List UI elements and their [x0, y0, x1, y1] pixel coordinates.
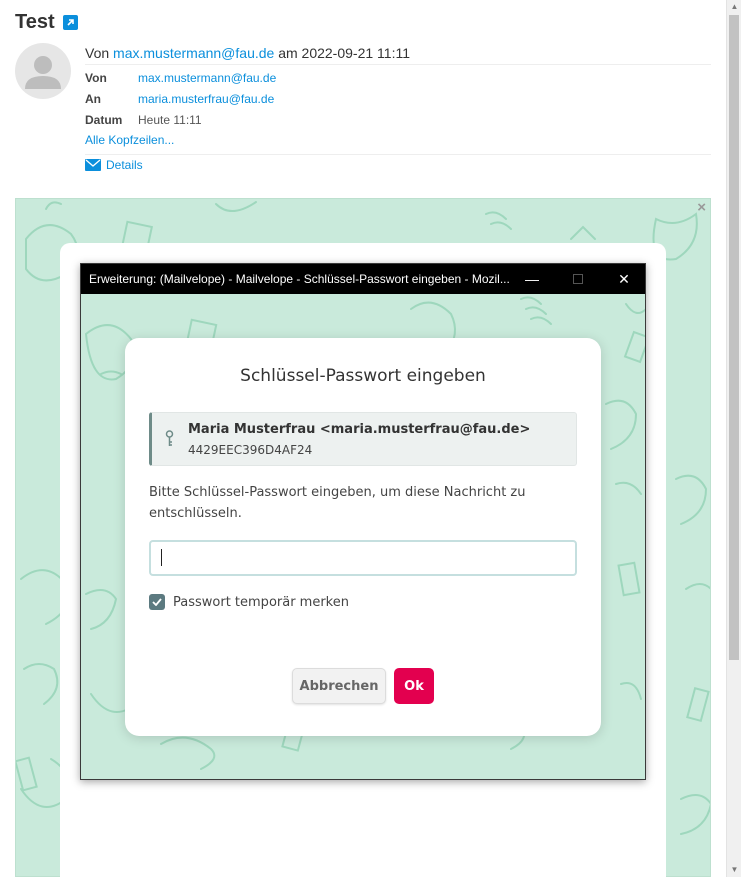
scroll-up-icon[interactable]: ▲ — [727, 0, 741, 14]
all-headers-link[interactable]: Alle Kopfzeilen... — [85, 133, 174, 147]
window-title: Erweiterung: (Mailvelope) - Mailvelope -… — [89, 272, 509, 286]
checkbox-checked-icon[interactable] — [149, 594, 165, 610]
from-address-link[interactable]: max.mustermann@fau.de — [113, 45, 274, 61]
from-prefix: Von — [85, 45, 110, 61]
password-prompt: Bitte Schlüssel-Passwort eingeben, um di… — [149, 485, 526, 521]
password-dialog: Schlüssel-Passwort eingeben Maria Muster… — [125, 338, 601, 736]
header-from-value[interactable]: max.mustermann@fau.de — [138, 71, 276, 85]
minimize-button[interactable]: — — [509, 264, 555, 294]
divider — [85, 64, 711, 65]
key-id: 4429EEC396D4AF24 — [188, 443, 313, 457]
header-key: An — [85, 92, 101, 106]
remember-password-checkbox[interactable]: Passwort temporär merken — [149, 594, 349, 610]
window-close-button[interactable]: ✕ — [601, 264, 645, 294]
remember-label: Passwort temporär merken — [173, 594, 349, 610]
from-summary: Von max.mustermann@fau.de am 2022-09-21 … — [85, 45, 410, 61]
key-owner: Maria Musterfrau <maria.musterfrau@fau.d… — [188, 422, 531, 437]
cancel-button[interactable]: Abbrechen — [292, 668, 386, 704]
email-subject: Test — [15, 11, 78, 34]
header-key: Datum — [85, 113, 123, 127]
maximize-icon — [573, 274, 583, 284]
header-date-value: Heute 11:11 — [138, 113, 202, 127]
sender-avatar — [15, 43, 71, 99]
ok-button[interactable]: Ok — [394, 668, 434, 704]
open-external-icon[interactable] — [62, 15, 78, 30]
key-icon — [165, 430, 174, 446]
vertical-scrollbar[interactable]: ▲ ▼ — [726, 0, 741, 877]
scroll-thumb[interactable] — [729, 15, 739, 660]
header-to-value[interactable]: maria.musterfrau@fau.de — [138, 92, 274, 106]
scroll-down-icon[interactable]: ▼ — [727, 863, 741, 877]
key-info-box: Maria Musterfrau <maria.musterfrau@fau.d… — [149, 412, 577, 466]
maximize-button[interactable] — [555, 264, 601, 294]
from-date: am 2022-09-21 11:11 — [278, 45, 410, 61]
subject-text: Test — [15, 11, 55, 33]
envelope-icon — [85, 159, 101, 171]
password-input[interactable] — [149, 540, 577, 576]
header-key: Von — [85, 71, 107, 85]
header-row-to: An maria.musterfrau@fau.de — [85, 92, 274, 106]
details-label: Details — [106, 158, 143, 172]
header-row-from: Von max.mustermann@fau.de — [85, 71, 276, 85]
close-icon[interactable]: × — [697, 199, 706, 216]
divider — [85, 154, 711, 155]
header-row-date: Datum Heute 11:11 — [85, 113, 202, 127]
details-link[interactable]: Details — [85, 158, 143, 172]
text-cursor — [161, 549, 162, 566]
dialog-title: Schlüssel-Passwort eingeben — [240, 366, 486, 386]
